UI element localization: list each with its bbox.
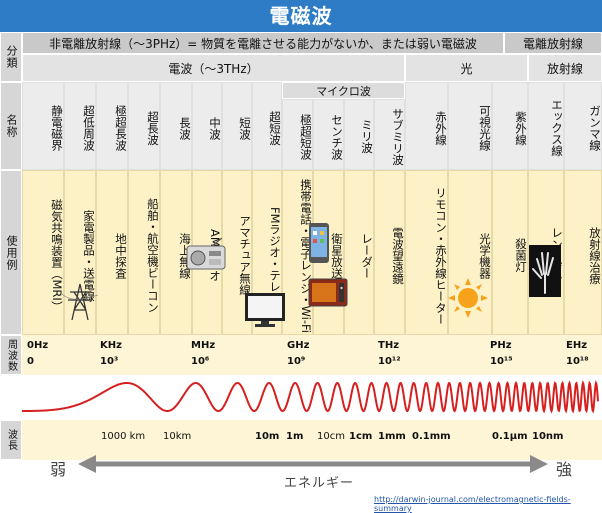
name-uhf: 極超短波 — [282, 99, 313, 170]
energy-label: エネルギー — [284, 476, 355, 491]
name-ehf: ミリ波 — [344, 99, 374, 170]
source-link[interactable]: http://darwin-journal.com/electromagneti… — [374, 495, 602, 513]
name-ultraviolet: 紫外線 — [492, 82, 528, 170]
freq-mhz-unit: MHz — [191, 340, 216, 351]
freq-thz-exp: 10¹² — [378, 356, 401, 367]
radio-wave-header: 電波（～3THz） — [22, 54, 405, 82]
side-label-frequency: 周波数 — [0, 335, 22, 375]
wl-10m: 10m — [255, 431, 280, 442]
name-elf: 超低周波 — [64, 82, 96, 170]
name-vlf: 超長波 — [128, 82, 160, 170]
wl-10km: 10km — [163, 431, 192, 442]
freq-hz-unit: 0Hz — [27, 340, 49, 351]
name-mf: 中波 — [192, 82, 222, 170]
energy-arrow — [78, 455, 548, 473]
side-label-usage: 使用例 — [0, 170, 22, 335]
usage-remote-heater: リモコン・赤外線ヒーター — [405, 170, 448, 335]
energy-weak-label: 弱 — [50, 460, 67, 479]
usage-ground-survey: 地中探査 — [96, 170, 128, 335]
freq-phz-exp: 10¹⁵ — [490, 356, 513, 367]
usage-radio-telescope: 電波望遠鏡 — [374, 170, 405, 335]
side-label-wavelength: 波長 — [0, 420, 22, 460]
wl-0.1um: 0.1μm — [492, 431, 528, 442]
wl-10cm: 10cm — [317, 431, 345, 442]
usage-beacon: 船舶・航空機ビーコン — [128, 170, 160, 335]
wave-graphic — [22, 379, 599, 414]
non-ionizing-header: 非電離放射線（～3PHz）= 物質を電離させる能力がないか、または弱い電磁波 — [22, 32, 504, 54]
wl-1mm: 1mm — [378, 431, 406, 442]
side-blank — [0, 375, 22, 420]
tv-icon — [245, 293, 285, 327]
name-ulf: 極超長波 — [96, 82, 128, 170]
page-title: 電磁波 — [0, 0, 602, 32]
name-hf: 短波 — [222, 82, 252, 170]
side-label-name: 名称 — [0, 82, 22, 170]
name-lf: 長波 — [160, 82, 192, 170]
wl-0.1mm: 0.1mm — [412, 431, 451, 442]
wl-10nm: 10nm — [532, 431, 564, 442]
freq-ghz-unit: GHz — [287, 340, 310, 351]
name-shf: センチ波 — [313, 99, 344, 170]
energy-strong-label: 強 — [556, 460, 573, 479]
ionizing-header: 電離放射線 — [504, 32, 602, 54]
power-tower-icon — [62, 283, 98, 321]
usage-radiotherapy: 放射線治療 — [564, 170, 602, 335]
microwave-oven-icon — [308, 278, 348, 307]
wave-line — [22, 379, 599, 414]
smartphone-icon — [309, 223, 329, 263]
usage-radar: レーダー — [344, 170, 374, 335]
light-header: 光 — [405, 54, 528, 82]
microwave-header: マイクロ波 — [282, 82, 405, 99]
freq-ghz-exp: 10⁹ — [287, 356, 306, 367]
radio-icon — [186, 238, 226, 270]
wl-1cm: 1cm — [349, 431, 373, 442]
name-vhf: 超短波 — [252, 82, 282, 170]
freq-hz-exp: 0 — [27, 356, 34, 367]
name-gamma: ガンマ線 — [564, 82, 602, 170]
name-visible: 可視光線 — [448, 82, 492, 170]
xray-hand-icon — [529, 245, 561, 297]
name-infrared: 赤外線 — [405, 82, 448, 170]
freq-ehz-exp: 10¹⁸ — [566, 356, 589, 367]
freq-khz-exp: 10³ — [100, 356, 119, 367]
freq-mhz-exp: 10⁶ — [191, 356, 210, 367]
name-static-field: 静電磁界 — [22, 82, 64, 170]
freq-khz-unit: KHz — [100, 340, 122, 351]
side-label-category: 分類 — [0, 32, 22, 82]
name-submm: サブミリ波 — [374, 99, 405, 170]
name-xray: エックス線 — [528, 82, 564, 170]
freq-phz-unit: PHz — [490, 340, 512, 351]
sun-icon — [448, 278, 488, 318]
usage-germicidal-lamp: 殺菌灯 — [492, 170, 528, 335]
usage-mri: 磁気共鳴装置（MRI） — [22, 170, 64, 335]
wl-1m: 1m — [286, 431, 304, 442]
freq-thz-unit: THz — [378, 340, 400, 351]
wl-1000km: 1000 km — [101, 431, 146, 442]
radiation-header: 放射線 — [528, 54, 602, 82]
freq-ehz-unit: EHz — [566, 340, 588, 351]
